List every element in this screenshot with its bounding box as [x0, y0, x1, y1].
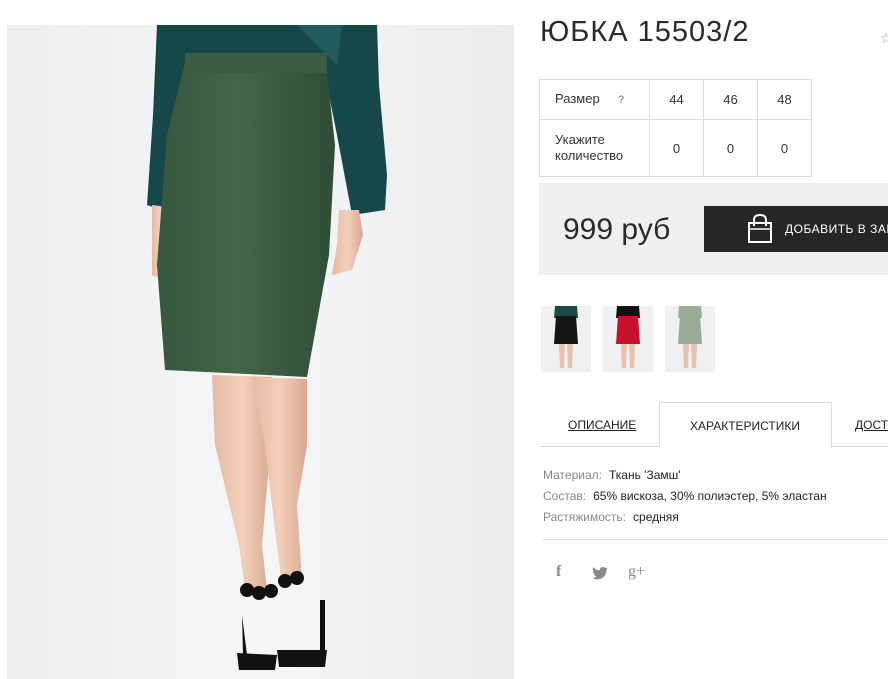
help-icon[interactable]: ? [618, 92, 625, 108]
quantity-input-44[interactable]: 0 [649, 119, 704, 177]
thumbnail-image [678, 306, 702, 368]
product-image [7, 25, 514, 679]
spec-key: Состав: [543, 489, 587, 503]
facebook-icon[interactable]: f [556, 563, 561, 581]
divider [543, 539, 888, 540]
spec-key: Материал: [543, 468, 602, 482]
thumbnail-image [616, 306, 640, 368]
product-photo[interactable] [7, 25, 514, 679]
shopping-bag-icon [748, 214, 772, 243]
tab-characteristics[interactable]: ХАРАКТЕРИСТИКИ [659, 402, 832, 448]
price: 999 руб [563, 213, 671, 246]
spec-row: Состав: 65% вискоза, 30% полиэстер, 5% эл… [543, 486, 827, 507]
add-to-cart-label: ДОБАВИТЬ В ЗАКАЗ [785, 222, 888, 236]
spec-row: Материал: Ткань 'Замш' [543, 465, 827, 486]
specs-list: Материал: Ткань 'Замш' Состав: 65% вискоза… [543, 465, 827, 528]
spec-key: Растяжимость: [543, 510, 627, 524]
thumbnail-black-skirt[interactable] [541, 306, 591, 372]
size-table: Размер? 44 46 48 Укажите количество 0 0 … [539, 79, 812, 177]
size-option-48: 48 [757, 79, 812, 120]
size-option-44: 44 [649, 79, 704, 120]
thumbnail-sage-skirt[interactable] [665, 306, 715, 372]
quantity-input-46[interactable]: 0 [703, 119, 758, 177]
spec-value: средняя [633, 510, 679, 524]
quantity-label: Укажите количество [539, 119, 650, 177]
tab-delivery[interactable]: ДОСТАВКА [832, 402, 888, 447]
tab-characteristics-label: ХАРАКТЕРИСТИКИ [690, 419, 801, 433]
spec-row: Растяжимость: средняя [543, 507, 827, 528]
tab-delivery-label: ДОСТАВКА [855, 418, 888, 432]
size-label-cell: Размер? [539, 79, 650, 120]
product-tabs: ОПИСАНИЕ ХАРАКТЕРИСТИКИ ДОСТАВКА [539, 402, 888, 448]
twitter-icon[interactable] [592, 567, 608, 580]
google-plus-icon[interactable]: g+ [628, 563, 645, 581]
thumbnail-red-skirt[interactable] [603, 306, 653, 372]
size-label: Размер [555, 91, 600, 106]
star-icon[interactable]: ☆ [880, 30, 888, 47]
product-title: ЮБКА 15503/2 [540, 16, 750, 48]
tab-description-label: ОПИСАНИЕ [568, 418, 637, 432]
spec-value: Ткань 'Замш' [608, 468, 681, 482]
quantity-input-48[interactable]: 0 [757, 119, 812, 177]
spec-value: 65% вискоза, 30% полиэстер, 5% эластан [593, 489, 827, 503]
thumbnail-image [554, 306, 578, 368]
tab-description[interactable]: ОПИСАНИЕ [539, 402, 659, 447]
size-option-46: 46 [703, 79, 758, 120]
price-box: 999 руб ДОБАВИТЬ В ЗАКАЗ [539, 183, 888, 275]
add-to-cart-button[interactable]: ДОБАВИТЬ В ЗАКАЗ [704, 206, 888, 252]
